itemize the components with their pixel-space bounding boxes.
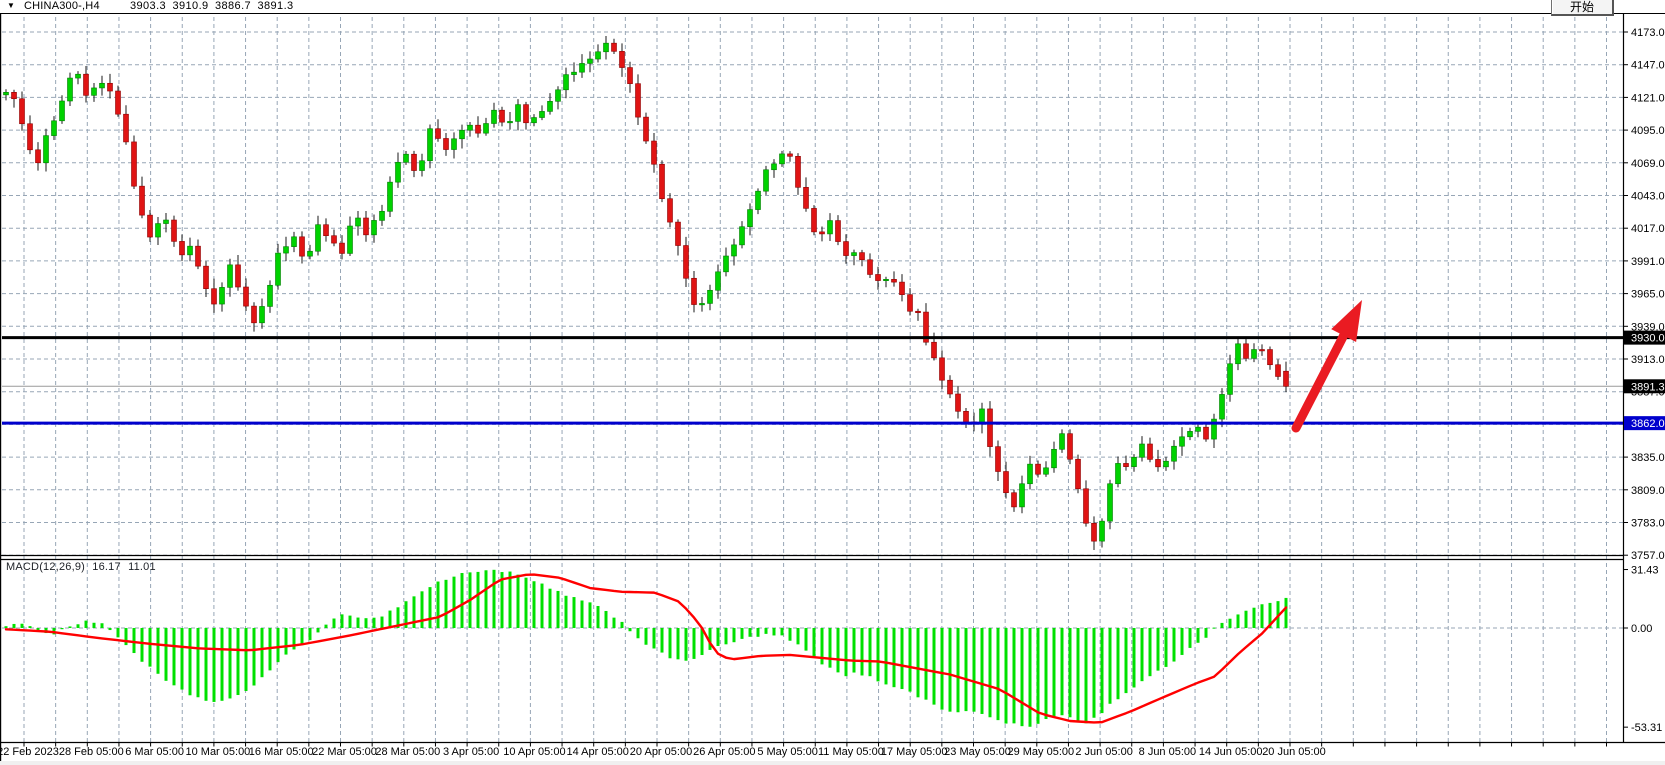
svg-text:20 Apr 05:00: 20 Apr 05:00 bbox=[630, 746, 692, 758]
svg-text:4147.0: 4147.0 bbox=[1631, 60, 1665, 72]
svg-text:26 Apr 05:00: 26 Apr 05:00 bbox=[693, 746, 755, 758]
svg-text:28 Mar 05:00: 28 Mar 05:00 bbox=[375, 746, 440, 758]
svg-text:4095.0: 4095.0 bbox=[1631, 125, 1665, 137]
svg-text:11 May 05:00: 11 May 05:00 bbox=[818, 746, 884, 758]
svg-text:16 Mar 05:00: 16 Mar 05:00 bbox=[249, 746, 314, 758]
svg-text:31.43: 31.43 bbox=[1631, 565, 1659, 577]
svg-text:22 Mar 05:00: 22 Mar 05:00 bbox=[312, 746, 377, 758]
svg-text:3930.0: 3930.0 bbox=[1631, 333, 1665, 345]
svg-text:4017.0: 4017.0 bbox=[1631, 223, 1665, 235]
svg-text:3783.0: 3783.0 bbox=[1631, 518, 1665, 530]
svg-text:10 Mar 05:00: 10 Mar 05:00 bbox=[185, 746, 250, 758]
time-axis[interactable]: 22 Feb 202328 Feb 05:006 Mar 05:0010 Mar… bbox=[0, 743, 1607, 759]
svg-text:3835.0: 3835.0 bbox=[1631, 452, 1665, 464]
svg-text:14 Apr 05:00: 14 Apr 05:00 bbox=[567, 746, 629, 758]
trend-arrow-head[interactable] bbox=[1331, 300, 1362, 342]
macd-name: MACD(12,26,9) bbox=[6, 561, 85, 573]
svg-text:4043.0: 4043.0 bbox=[1631, 191, 1665, 203]
svg-text:3809.0: 3809.0 bbox=[1631, 485, 1665, 497]
svg-text:0.00: 0.00 bbox=[1631, 623, 1652, 635]
chart-title-bar: ▼ CHINA300-,H4 3903.3 3910.9 3886.7 3891… bbox=[0, 0, 1665, 13]
svg-text:2 Jun 05:00: 2 Jun 05:00 bbox=[1075, 746, 1133, 758]
trading-chart-window: ▼ CHINA300-,H4 3903.3 3910.9 3886.7 3891… bbox=[0, 0, 1665, 765]
macd-signal-value: 11.01 bbox=[128, 561, 156, 573]
macd-main-value: 16.17 bbox=[92, 561, 121, 573]
svg-text:28 Feb 05:00: 28 Feb 05:00 bbox=[59, 746, 124, 758]
svg-text:-53.31: -53.31 bbox=[1631, 722, 1662, 734]
candle-wicks bbox=[6, 36, 1286, 550]
svg-text:14 Jun 05:00: 14 Jun 05:00 bbox=[1199, 746, 1263, 758]
svg-text:3757.0: 3757.0 bbox=[1631, 550, 1665, 562]
symbol-timeframe-label: CHINA300-,H4 bbox=[24, 0, 100, 12]
svg-text:3991.0: 3991.0 bbox=[1631, 256, 1665, 268]
svg-text:3965.0: 3965.0 bbox=[1631, 289, 1665, 301]
svg-text:20 Jun 05:00: 20 Jun 05:00 bbox=[1262, 746, 1326, 758]
candlesticks bbox=[4, 43, 1289, 541]
svg-text:8 Jun 05:00: 8 Jun 05:00 bbox=[1139, 746, 1197, 758]
svg-text:29 May 05:00: 29 May 05:00 bbox=[1007, 746, 1074, 758]
trend-arrow-shaft[interactable] bbox=[1296, 330, 1346, 428]
svg-text:3862.0: 3862.0 bbox=[1631, 418, 1665, 430]
chart-dropdown-icon[interactable]: ▼ bbox=[7, 1, 15, 10]
start-button[interactable]: 开始 bbox=[1551, 0, 1614, 16]
svg-text:3 Apr 05:00: 3 Apr 05:00 bbox=[443, 746, 499, 758]
svg-text:10 Apr 05:00: 10 Apr 05:00 bbox=[503, 746, 565, 758]
svg-text:22 Feb 2023: 22 Feb 2023 bbox=[0, 746, 59, 758]
svg-text:4173.0: 4173.0 bbox=[1631, 27, 1665, 39]
ohlc-values-label: 3903.3 3910.9 3886.7 3891.3 bbox=[130, 0, 294, 12]
macd-indicator-label: MACD(12,26,9) 16.17 11.01 bbox=[6, 561, 160, 573]
price-badge: 3862.0 bbox=[1624, 416, 1665, 430]
svg-text:17 May 05:00: 17 May 05:00 bbox=[881, 746, 948, 758]
svg-text:4121.0: 4121.0 bbox=[1631, 92, 1665, 104]
svg-text:4069.0: 4069.0 bbox=[1631, 158, 1665, 170]
price-badge: 3930.0 bbox=[1624, 331, 1665, 345]
svg-text:6 Mar 05:00: 6 Mar 05:00 bbox=[125, 746, 184, 758]
svg-text:3891.3: 3891.3 bbox=[1631, 381, 1665, 393]
svg-text:23 May 05:00: 23 May 05:00 bbox=[944, 746, 1011, 758]
svg-text:3913.0: 3913.0 bbox=[1631, 354, 1665, 366]
price-badge: 3891.3 bbox=[1624, 379, 1665, 393]
chart-canvas[interactable]: 4173.0 4147.0 4121.0 4095.0 4069.0 4043.0 4017… bbox=[0, 0, 1665, 765]
window-bottom-strip bbox=[0, 761, 1665, 765]
svg-text:5 May 05:00: 5 May 05:00 bbox=[757, 746, 818, 758]
